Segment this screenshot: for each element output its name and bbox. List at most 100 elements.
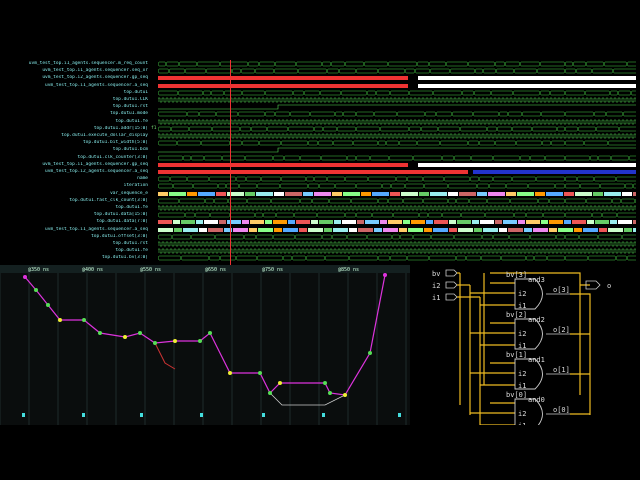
sample-point[interactable]: [82, 318, 86, 322]
signal-row[interactable]: top.dutu1: [0, 90, 640, 96]
signal-row[interactable]: iteration: [0, 183, 640, 189]
sample-point[interactable]: [34, 288, 38, 292]
signal-name: uvm_test_top.i1_agents.sequencer.m_req_c…: [28, 61, 148, 66]
gate-output-label: o[2]: [553, 326, 570, 334]
signal-row[interactable]: top.dutu1.rst: [0, 104, 640, 110]
signal-name: top.dutu1.fe: [115, 205, 148, 210]
waveform-viewer[interactable]: uvm_test_top.i1_agents.sequencer.m_req_c…: [0, 60, 640, 265]
signal-row[interactable]: var_sequence_e: [0, 191, 640, 197]
sample-point[interactable]: [58, 318, 62, 322]
signal-row[interactable]: top.dutu1.addr[15:0] f1: [0, 126, 640, 132]
signal-row[interactable]: top.dutu1.data[7:0]: [0, 219, 640, 225]
signal-name: top.dutu1.data[7:0]: [96, 219, 148, 225]
sample-point[interactable]: [383, 273, 387, 277]
signal-row[interactable]: top.dutu1.fe: [0, 205, 640, 211]
signal-name: top.dutu1.offset[3:0]: [91, 233, 148, 239]
signal-name: top.dutu1.fast_clk_count[3:0]: [69, 197, 148, 203]
signal-row[interactable]: top.dutu1.mode: [0, 111, 640, 117]
signal-name: uvm_test_top.i2_agents.sequencer.gp_seq: [42, 75, 148, 81]
signal-name: top.dutu1.fe: [115, 248, 148, 254]
sample-point[interactable]: [368, 351, 372, 355]
signal-row[interactable]: uvm_test_top.i1_agents.sequencer.a_seq: [0, 227, 640, 233]
sample-point[interactable]: [153, 341, 157, 345]
sample-point[interactable]: [208, 331, 212, 335]
signal-row[interactable]: name: [0, 176, 640, 182]
signal-row[interactable]: uvm_test_top.i2_agents.sequencer.a_seq: [0, 169, 640, 175]
input-port[interactable]: [445, 293, 458, 301]
bus-label: bv[0]: [506, 391, 527, 399]
time-label: @650 ns: [205, 267, 226, 273]
gate-output-label: o[1]: [553, 366, 570, 374]
sample-point[interactable]: [173, 339, 177, 343]
time-label: @350 ns: [28, 267, 49, 273]
signal-row[interactable]: top.dutu1.rst: [0, 241, 640, 247]
marker[interactable]: [22, 413, 25, 417]
sample-point[interactable]: [328, 391, 332, 395]
signal-name: top.dutu1.mode: [110, 111, 148, 117]
marker[interactable]: [322, 413, 325, 417]
sample-point[interactable]: [278, 381, 282, 385]
signal-name: var_sequence_e: [110, 190, 148, 196]
sample-point[interactable]: [123, 335, 127, 339]
sample-point[interactable]: [98, 331, 102, 335]
signal-name: top.dutu1.rst: [112, 241, 148, 246]
signal-name: top.dutu1.bv[3:0]: [101, 255, 148, 261]
signal-row[interactable]: top.dutu1.fast_clk_count[3:0]: [0, 198, 640, 204]
gate-input-label: i1: [518, 342, 526, 350]
analog-trace: [24, 274, 386, 396]
gate-input-label: i1: [518, 302, 526, 310]
gate-label: and1: [528, 356, 545, 364]
schematic-panel[interactable]: bv i2 i1 bv[3] and3 i2 i1 o[3] bv[2] and2 i2 i1 o[2]…: [410, 265, 640, 430]
sample-point[interactable]: [23, 275, 27, 279]
signal-name: top.dutu1.execute_dollar_display: [61, 133, 148, 138]
sample-point[interactable]: [198, 339, 202, 343]
time-cursor[interactable]: [230, 60, 231, 265]
signal-row[interactable]: top.dutu1.fe: [0, 248, 640, 254]
signal-name: uvm_test_top.i2_agents.sequencer.a_seq: [45, 169, 148, 174]
time-label: @400 ns: [82, 267, 103, 273]
marker[interactable]: [200, 413, 203, 417]
signal-name: iteration: [123, 183, 148, 189]
analog-waveform-panel[interactable]: @350 ns @400 ns @550 ns @650 ns @750 ns @850 …: [0, 265, 410, 425]
signal-row[interactable]: top.dutu1.CLK: [0, 97, 640, 103]
schematic-diagram: bvi2i1bv[3]and3i2i1o[3]bv[2]and2i2i1o[2]…: [432, 269, 611, 430]
gate-label: and0: [528, 396, 545, 404]
time-label: @750 ns: [262, 267, 283, 273]
signal-row[interactable]: uvm_test_top.i1_agents.sequencer.seq_xr: [0, 68, 640, 74]
signal-row[interactable]: top.dutu1.fe: [0, 119, 640, 125]
signal-row[interactable]: top.dutu1.data[15:0]: [0, 212, 640, 218]
signal-name: top.dutu1.rst: [112, 104, 148, 110]
signal-name: top.dutu1.addr[15:0]: [93, 125, 148, 131]
signal-row[interactable]: uvm_test_top.i1_agents.sequencer.gp_seq: [0, 162, 640, 168]
signal-row[interactable]: top.dutu1.bcm: [0, 147, 640, 153]
gate-input-label: i1: [518, 422, 526, 425]
signal-row[interactable]: top.dutu1.bv[3:0]: [0, 255, 640, 261]
sample-point[interactable]: [268, 391, 272, 395]
sample-point[interactable]: [138, 331, 142, 335]
signal-name: top.dutu1.data[15:0]: [93, 212, 148, 218]
signal-name: uvm_test_top.i1_agents.sequencer.a_seq: [45, 82, 148, 88]
signal-row[interactable]: uvm_test_top.i1_agents.sequencer.m_req_c…: [0, 61, 640, 67]
signal-row[interactable]: top.dutu1.execute_dollar_display: [0, 133, 640, 139]
marker[interactable]: [82, 413, 85, 417]
signal-row[interactable]: top.dutu1.offset[3:0]: [0, 234, 640, 240]
input-port[interactable]: [445, 281, 458, 289]
sample-point[interactable]: [46, 303, 50, 307]
signal-name: top.dutu1.clk_counter[3:0]: [77, 154, 148, 160]
bus-label: bv[2]: [506, 311, 527, 319]
marker[interactable]: [398, 413, 401, 417]
sample-point[interactable]: [343, 393, 347, 397]
signal-row[interactable]: uvm_test_top.i2_agents.sequencer.gp_seq: [0, 75, 640, 81]
signal-row[interactable]: top.dutu1.bit_width[5:0]: [0, 140, 640, 146]
gate-output-label: o[3]: [553, 286, 570, 294]
signal-name: name: [137, 176, 148, 182]
signal-name: uvm_test_top.i1_agents.sequencer.seq_xr: [42, 68, 148, 74]
signal-row[interactable]: uvm_test_top.i1_agents.sequencer.a_seq: [0, 83, 640, 89]
marker[interactable]: [262, 413, 265, 417]
sample-point[interactable]: [228, 371, 232, 375]
sample-point[interactable]: [258, 371, 262, 375]
marker[interactable]: [140, 413, 143, 417]
input-port[interactable]: [445, 269, 458, 277]
sample-point[interactable]: [323, 381, 327, 385]
signal-row[interactable]: top.dutu1.clk_counter[3:0]: [0, 155, 640, 161]
